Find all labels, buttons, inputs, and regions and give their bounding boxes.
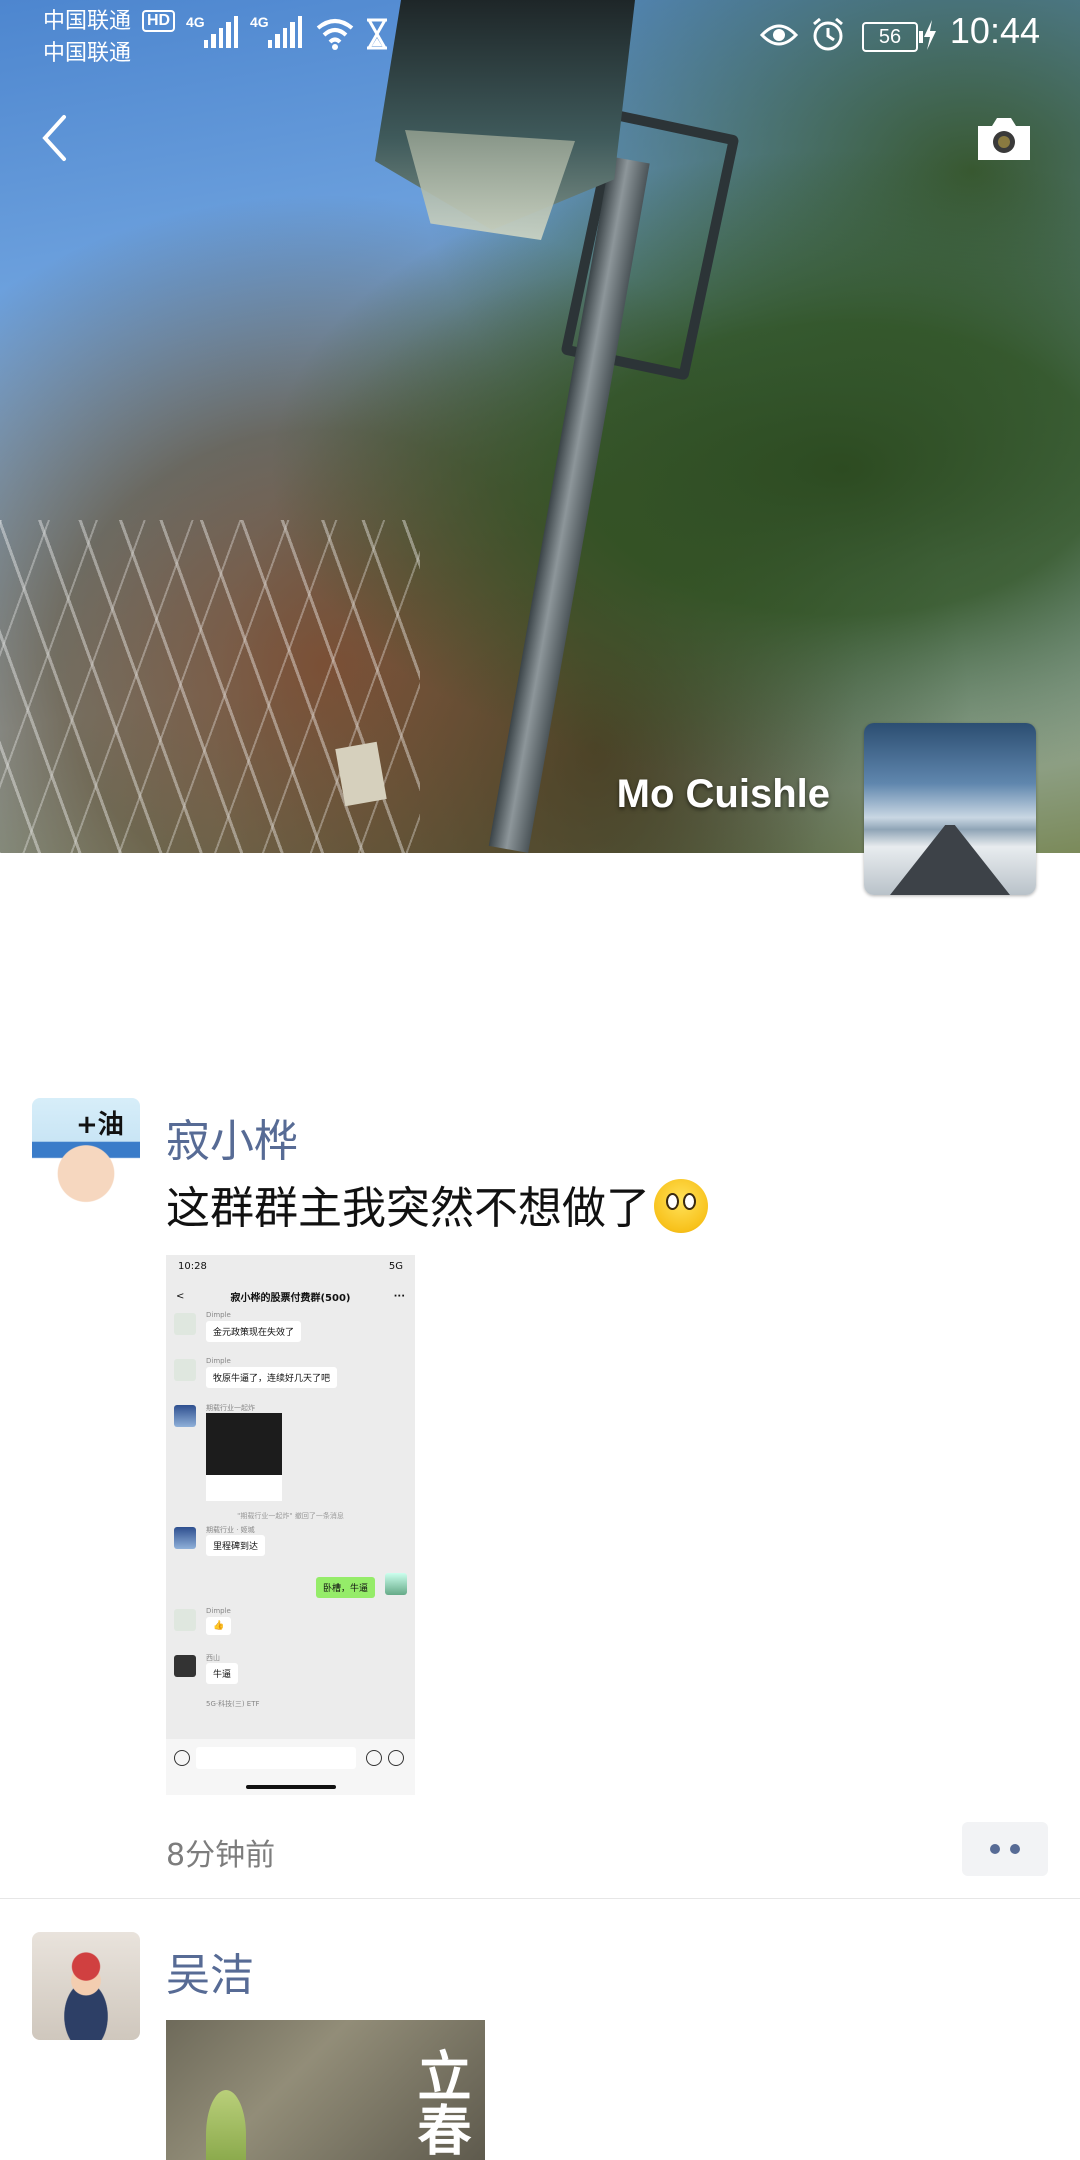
shot-bubble: 👍 (206, 1617, 232, 1635)
more-dots-icon (990, 1844, 1000, 1854)
shot-title: 寂小桦的股票付费群(500) (230, 1292, 351, 1304)
shot-image-message (206, 1413, 282, 1501)
signal-bars-icon (204, 14, 239, 48)
post-avatar[interactable]: +油 (32, 1098, 140, 1206)
network-type-2: 4G (250, 14, 269, 30)
wifi-icon (316, 19, 354, 50)
chevron-left-icon (42, 115, 66, 161)
avatar-cap-mark: +油 (76, 1110, 124, 1140)
shot-home-indicator (246, 1785, 336, 1789)
shot-voice-icon (174, 1750, 190, 1766)
shot-message: 期载行业 · 姬城 里程碑到达 (166, 1525, 415, 1571)
shot-sender: Dimple (206, 1311, 231, 1319)
shot-more: ··· (393, 1290, 405, 1302)
profile-name[interactable]: Mo Cuishle (617, 772, 830, 817)
charging-icon (924, 20, 936, 50)
shot-bubble: 牛逼 (206, 1663, 239, 1684)
cover-lamp-glass (405, 130, 575, 240)
shot-bubble: 里程碑到达 (206, 1535, 266, 1556)
shot-message: 5G·科技(三) ETF (166, 1699, 415, 1719)
shot-bubble: 金元政策现在失效了 (206, 1321, 302, 1342)
shot-sender: 5G·科技(三) ETF (206, 1700, 260, 1708)
shot-plus-icon (388, 1750, 404, 1766)
status-bar: 中国联通 HD 中国联通 4G 4G 56 10:44 (0, 0, 1080, 70)
camera-icon (978, 118, 1030, 160)
eye-icon (760, 24, 798, 46)
alarm-icon (813, 17, 843, 51)
avatar-road (890, 825, 1010, 895)
shot-message: Dimple 牧原牛逼了，连续好几天了吧 (166, 1357, 415, 1403)
battery-level: 56 (862, 22, 923, 52)
shot-message: Dimple 👍 (166, 1607, 415, 1653)
shot-sender: 期载行业 · 姬城 (206, 1526, 255, 1534)
hourglass-icon (367, 18, 387, 50)
shot-avatar (174, 1609, 196, 1631)
post-divider (0, 1898, 1080, 1899)
shot-bubble: 牧原牛逼了，连续好几天了吧 (206, 1367, 338, 1388)
shot-input-field (196, 1747, 356, 1769)
back-button[interactable] (30, 108, 80, 168)
more-dots-icon-2 (1010, 1844, 1020, 1854)
shot-avatar (174, 1527, 196, 1549)
shot-system-message: "期载行业一起炸" 撤回了一条消息 (237, 1512, 344, 1520)
post-nickname[interactable]: 寂小桦 (166, 1105, 298, 1169)
post-time: 8分钟前 (166, 1838, 276, 1873)
shot-avatar (174, 1359, 196, 1381)
shot-message-self: 卧槽，牛逼 (166, 1571, 415, 1607)
more-button[interactable] (962, 1822, 1048, 1876)
shot-avatar (174, 1313, 196, 1335)
image-leaf (206, 2090, 246, 2160)
post-nickname[interactable]: 吴洁 (166, 1939, 254, 2003)
profile-avatar[interactable] (864, 723, 1036, 895)
shot-title-bar: < 寂小桦的股票付费群(500) ··· (166, 1281, 415, 1311)
hd-badge: HD (142, 10, 176, 32)
shot-emoji-icon (366, 1750, 382, 1766)
shot-time: 10:28 (178, 1261, 207, 1272)
shot-avatar (174, 1655, 196, 1677)
shot-message: Dimple 金元政策现在失效了 (166, 1311, 415, 1357)
shot-sender: 期载行业一起炸 (206, 1404, 255, 1412)
post-text-content: 这群群主我突然不想做了 (166, 1183, 650, 1234)
post-avatar[interactable] (32, 1932, 140, 2040)
smile-emoji-icon (654, 1179, 708, 1233)
image-title: 立春 (408, 2048, 472, 2156)
shot-back-icon: < (176, 1290, 185, 1302)
post-image-screenshot[interactable]: 10:28 5G < 寂小桦的股票付费群(500) ··· Dimple 金元政… (166, 1255, 415, 1795)
shot-network: 5G (388, 1261, 403, 1272)
clock: 10:44 (949, 10, 1040, 51)
shot-message: 期载行业一起炸 (166, 1403, 415, 1507)
shot-avatar-self (385, 1573, 407, 1595)
signal-bars-icon-2 (268, 14, 303, 48)
camera-button[interactable] (974, 112, 1034, 164)
shot-status-bar: 10:28 5G (166, 1255, 415, 1281)
cover-lamp-pole (488, 156, 650, 853)
shot-bubble-self: 卧槽，牛逼 (315, 1577, 375, 1598)
shot-sender: 西山 (206, 1654, 220, 1662)
carrier-name-2: 中国联通 (43, 40, 132, 65)
post-image[interactable]: 立春 (166, 2020, 485, 2160)
shot-sender: Dimple (206, 1357, 231, 1365)
shot-sender: Dimple (206, 1607, 231, 1615)
shot-message: 西山 牛逼 (166, 1653, 415, 1699)
network-type-1: 4G (186, 14, 205, 30)
post-text: 这群群主我突然不想做了 (166, 1172, 708, 1236)
shot-avatar (174, 1405, 196, 1427)
shot-input-bar (166, 1739, 415, 1795)
carrier-name-1: 中国联通 (43, 8, 132, 33)
